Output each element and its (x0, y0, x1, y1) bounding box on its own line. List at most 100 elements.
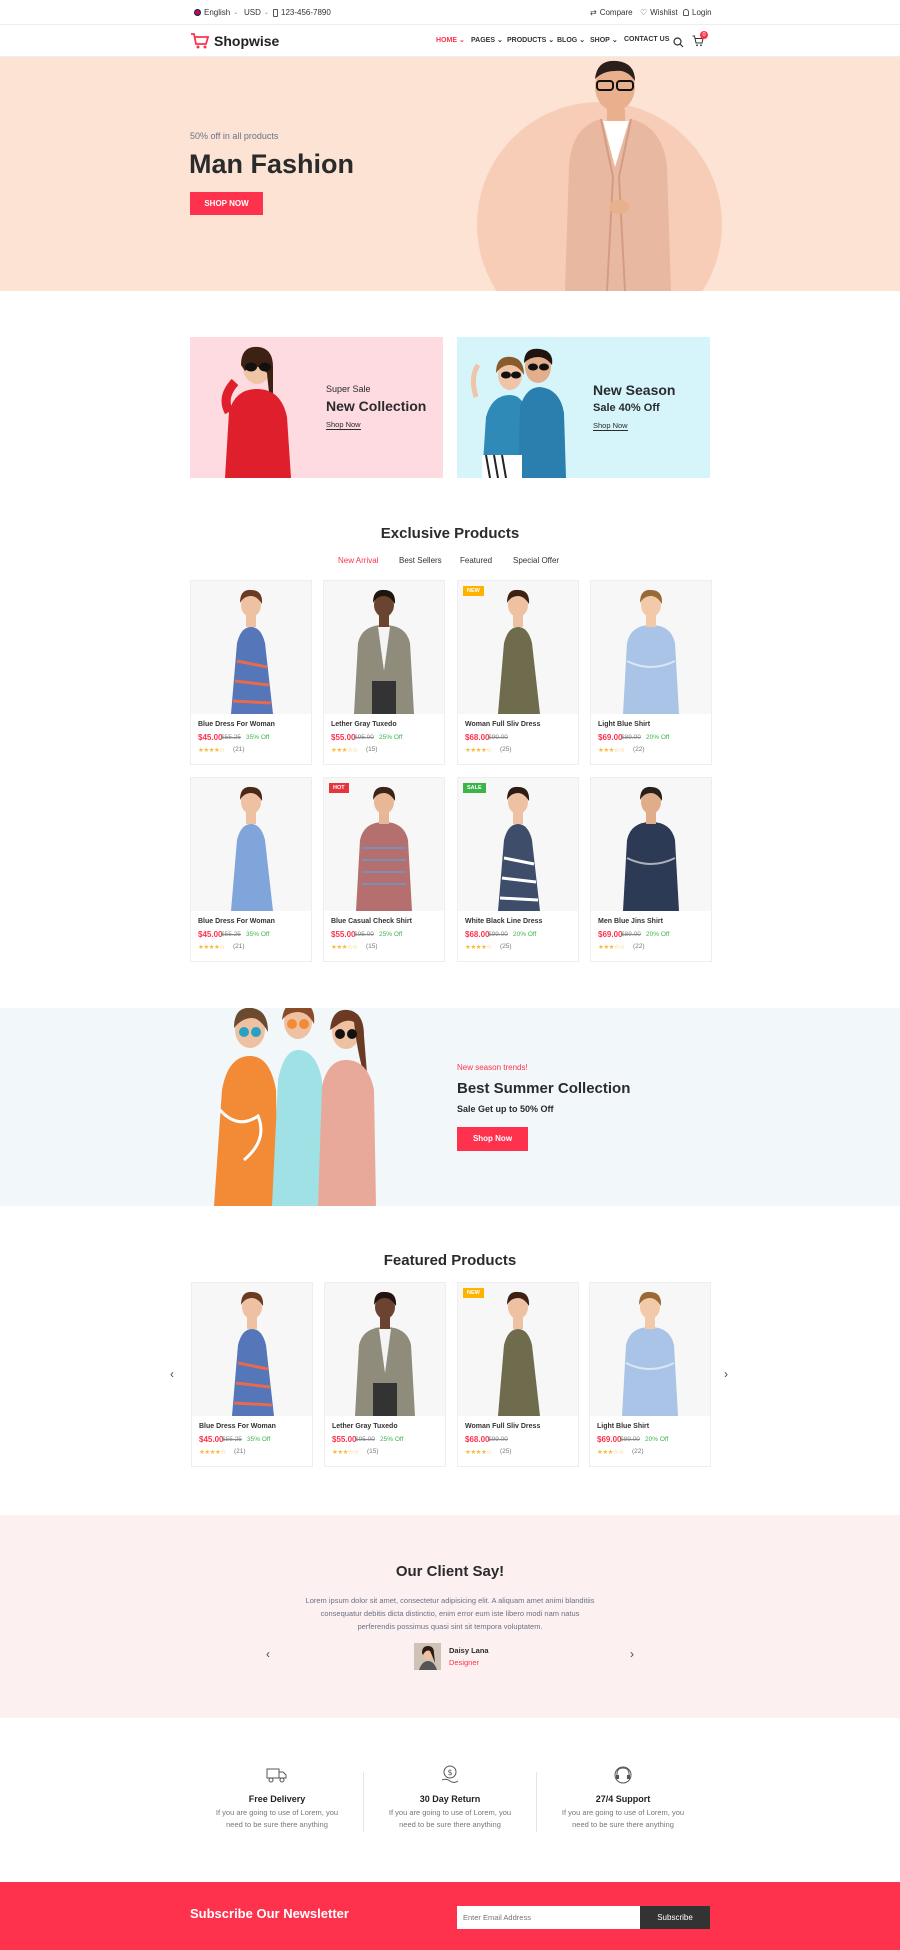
product-image[interactable] (458, 581, 578, 714)
product-image[interactable] (324, 778, 444, 911)
compare-link[interactable]: ⇄ Compare (590, 8, 633, 17)
nav-products[interactable]: PRODUCTS ⌄ (507, 36, 554, 45)
nav-pages-label: PAGES (471, 36, 495, 44)
product-old-price: $55.25 (222, 1436, 242, 1443)
product-card[interactable]: Blue Dress For Woman $45.00 $55.25 35% Off ★… (190, 580, 312, 765)
product-card[interactable]: Lether Gray Tuxedo $55.00 $95.00 25% Off ★★★… (324, 1282, 446, 1467)
product-name[interactable]: Light Blue Shirt (598, 721, 650, 728)
nav-shop-label: SHOP (590, 36, 610, 44)
wishlist-link[interactable]: ♡ Wishlist (640, 8, 678, 17)
product-name[interactable]: Lether Gray Tuxedo (331, 721, 397, 728)
product-image[interactable] (458, 778, 578, 911)
chevron-down-icon: ⌄ (579, 37, 586, 44)
product-old-price: $99.00 (488, 1436, 508, 1443)
product-old-price: $99.00 (488, 734, 508, 741)
product-image[interactable] (325, 1283, 445, 1416)
product-old-price: $95.00 (354, 931, 374, 938)
product-card[interactable]: Blue Dress For Woman $45.00 $55.25 35% Off ★… (191, 1282, 313, 1467)
summer-shop-now-button[interactable]: Shop Now (457, 1127, 528, 1151)
feature-description: If you are going to use of Lorem, you nee… (553, 1807, 693, 1831)
product-name[interactable]: Blue Casual Check Shirt (331, 918, 412, 925)
language-selector[interactable]: English ⌄ (194, 8, 238, 17)
product-card[interactable]: Light Blue Shirt $69.00 $89.00 20% Off ★★★☆☆… (589, 1282, 711, 1467)
product-card[interactable]: Light Blue Shirt $69.00 $89.00 20% Off ★★★☆☆… (590, 580, 712, 765)
hero-title: Man Fashion (189, 149, 355, 179)
nav-blog-label: BLOG (557, 36, 578, 44)
tab-special-offer[interactable]: Special Offer (513, 556, 559, 565)
product-image[interactable] (192, 1283, 312, 1416)
product-name[interactable]: Light Blue Shirt (597, 1423, 649, 1430)
hero-shop-now-button[interactable]: SHOP NOW (190, 192, 263, 215)
nav-home[interactable]: HOME ⌄ (436, 36, 465, 45)
carousel-prev-arrow-icon[interactable]: ‹ (170, 1367, 174, 1381)
chevron-down-icon: ⌄ (263, 10, 269, 16)
product-card[interactable]: Men Blue Jins Shirt $69.00 $89.00 20% Off ★★… (590, 777, 712, 962)
product-badge: NEW (463, 586, 484, 596)
banner-shop-now-link[interactable]: Shop Now (326, 420, 361, 430)
product-card[interactable]: NEW Woman Full Sliv Dress $68.00 $99.00 ★★★★… (457, 580, 579, 765)
nav-pages[interactable]: PAGES ⌄ (471, 36, 503, 45)
product-price: $45.00 (198, 930, 223, 939)
cart-logo-icon[interactable] (190, 31, 210, 56)
product-image[interactable] (191, 778, 311, 911)
nav-contact[interactable]: CONTACT US (624, 36, 669, 43)
testimonial-title: Our Client Say! (395, 1563, 505, 1580)
login-link[interactable]: Login (683, 8, 712, 17)
product-card[interactable]: SALE White Black Line Dress $68.00 $99.00 20… (457, 777, 579, 962)
newsletter-email-input[interactable] (457, 1906, 640, 1929)
currency-selector[interactable]: USD ⌄ (244, 8, 269, 17)
tab-new-arrival[interactable]: New Arrival (338, 556, 378, 565)
product-discount: 20% Off (645, 1436, 669, 1443)
money-back-icon: $ (439, 1764, 461, 1791)
product-image[interactable] (590, 1283, 710, 1416)
nav-shop[interactable]: SHOP ⌄ (590, 36, 618, 45)
search-icon[interactable] (673, 35, 684, 53)
banner-title: New Season (593, 382, 676, 398)
product-name[interactable]: Woman Full Sliv Dress (465, 1423, 540, 1430)
product-card[interactable]: Lether Gray Tuxedo $55.00 $95.00 25% Off ★★★… (323, 580, 445, 765)
product-badge: HOT (329, 783, 349, 793)
rating-stars-icon: ★★★☆☆ (332, 1449, 359, 1456)
product-price: $45.00 (199, 1435, 224, 1444)
product-image[interactable] (591, 581, 711, 714)
product-image[interactable] (324, 581, 444, 714)
product-name[interactable]: Woman Full Sliv Dress (465, 721, 540, 728)
nav-blog[interactable]: BLOG ⌄ (557, 36, 586, 45)
banner-model-image (215, 337, 295, 478)
product-image[interactable] (191, 581, 311, 714)
product-name[interactable]: Lether Gray Tuxedo (332, 1423, 398, 1430)
feature-divider (536, 1772, 537, 1832)
rating-stars-icon: ★★★☆☆ (598, 944, 625, 951)
product-name[interactable]: White Black Line Dress (465, 918, 542, 925)
product-name[interactable]: Blue Dress For Woman (198, 918, 275, 925)
site-logo[interactable]: Shopwise (214, 33, 279, 49)
banner-shop-now-link[interactable]: Shop Now (593, 421, 628, 431)
feature-description: If you are going to use of Lorem, you nee… (207, 1807, 347, 1831)
product-name[interactable]: Blue Dress For Woman (199, 1423, 276, 1430)
banner-new-season[interactable]: New Season Sale 40% Off Shop Now (457, 337, 710, 478)
testimonial-next-arrow-icon[interactable]: › (630, 1647, 634, 1661)
phone-number: 123-456-7890 (281, 8, 331, 17)
product-name[interactable]: Blue Dress For Woman (198, 721, 275, 728)
newsletter-section: Subscribe Our Newsletter Subscribe (0, 1882, 900, 1950)
product-price: $55.00 (331, 733, 356, 742)
banner-new-collection[interactable]: Super Sale New Collection Shop Now (190, 337, 443, 478)
newsletter-subscribe-button[interactable]: Subscribe (640, 1906, 710, 1929)
chevron-down-icon: ⌄ (459, 37, 465, 44)
nav-contact-label: CONTACT US (624, 36, 670, 43)
feature-desc-line: need to be sure there anything (399, 1820, 501, 1829)
carousel-next-arrow-icon[interactable]: › (724, 1367, 728, 1381)
tab-featured[interactable]: Featured (460, 556, 492, 565)
testimonial-prev-arrow-icon[interactable]: ‹ (266, 1647, 270, 1661)
testimonial-line: perferendis possimus quasi sint sit temp… (357, 1622, 543, 1631)
product-card[interactable]: Blue Dress For Woman $45.00 $55.25 35% Off ★… (190, 777, 312, 962)
product-discount: 35% Off (246, 931, 270, 938)
svg-text:$: $ (448, 1768, 453, 1777)
product-image[interactable] (458, 1283, 578, 1416)
product-name[interactable]: Men Blue Jins Shirt (598, 918, 663, 925)
tab-best-sellers[interactable]: Best Sellers (399, 556, 442, 565)
product-image[interactable] (591, 778, 711, 911)
product-card[interactable]: HOT Blue Casual Check Shirt $55.00 $95.00 25… (323, 777, 445, 962)
product-card[interactable]: NEW Woman Full Sliv Dress $68.00 $99.00 ★★★★… (457, 1282, 579, 1467)
product-review-count: (15) (366, 943, 378, 950)
